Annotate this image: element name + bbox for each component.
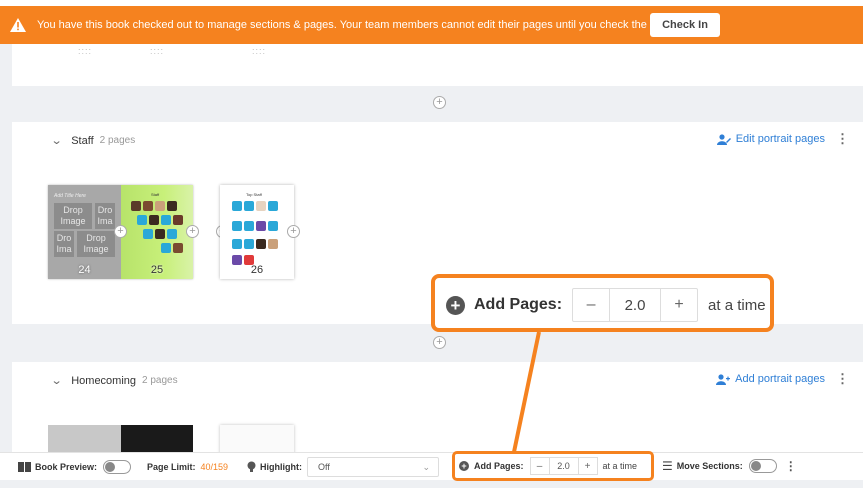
lightbulb-icon <box>247 461 256 472</box>
add-pages-callout: + Add Pages: – 2.0 + at a time <box>431 274 774 332</box>
add-pages-value[interactable]: 2.0 <box>609 289 662 321</box>
page-thumbnail[interactable]: Add Title Here Drop Image Dro Ima Dro Im… <box>48 185 121 279</box>
drop-image-slot[interactable]: Drop Image <box>77 231 115 257</box>
user-edit-icon <box>716 133 731 145</box>
chevron-down-icon[interactable]: ⌄ <box>51 134 63 147</box>
page-number: 25 <box>150 264 164 276</box>
check-in-button[interactable]: Check In <box>650 13 720 37</box>
section-menu-icon[interactable]: ⋮ <box>836 372 849 385</box>
add-section-icon[interactable]: + <box>433 336 446 349</box>
move-sections-label: Move Sections: <box>676 461 743 471</box>
page-limit: Page Limit: 40/159 <box>147 459 228 475</box>
page-thumbnail[interactable]: Staff 25 <box>121 185 193 279</box>
add-pages-stepper[interactable]: – 2.0 + <box>572 288 699 322</box>
drag-handle-icon[interactable]: :::: <box>252 46 266 56</box>
page-number: 26 <box>250 264 264 276</box>
add-portrait-pages-label: Add portrait pages <box>735 373 825 385</box>
increment-button[interactable]: + <box>661 289 697 321</box>
checkout-banner: You have this book checked out to manage… <box>0 6 863 44</box>
insert-page-icon[interactable]: + <box>114 225 127 238</box>
page-heading: Top Staff <box>246 192 262 197</box>
user-add-icon <box>716 373 731 385</box>
section-menu-icon[interactable]: ⋮ <box>836 132 849 145</box>
section-header[interactable]: ⌄ Homecoming 2 pages <box>51 374 178 388</box>
book-preview-label: Book Preview: <box>35 462 98 472</box>
add-section-icon[interactable]: + <box>433 96 446 109</box>
add-pages-stepper[interactable]: – 2.0 + <box>529 457 598 475</box>
decrement-button[interactable]: – <box>573 289 609 321</box>
toolbar-menu-icon[interactable]: ⋮ <box>785 459 797 473</box>
banner-message: You have this book checked out to manage… <box>37 19 689 31</box>
highlight-value: Off <box>318 462 330 472</box>
section-page-count: 2 pages <box>99 135 136 146</box>
add-pages-label: Add Pages: <box>474 461 524 471</box>
page-limit-label: Page Limit: <box>147 462 196 472</box>
section-page-count: 2 pages <box>142 375 178 386</box>
warning-icon <box>10 18 26 32</box>
add-circle-icon: + <box>459 461 469 471</box>
add-pages-value[interactable]: 2.0 <box>548 458 579 474</box>
section-title: Homecoming <box>71 374 137 387</box>
drag-handle-icon[interactable]: :::: <box>78 46 92 56</box>
drag-handle-icon[interactable]: :::: <box>150 46 164 56</box>
add-pages-toolbar-control: + Add Pages: – 2.0 + at a time <box>452 451 654 481</box>
page-thumbnail[interactable]: Top Staff 26 <box>220 185 294 279</box>
highlight-label: Highlight: <box>260 462 302 472</box>
highlight-select[interactable]: Off ⌄ <box>307 457 439 477</box>
page-thumbnail[interactable] <box>220 425 294 454</box>
move-sections-control: ☰ Move Sections: ⋮ <box>662 458 797 474</box>
increment-button[interactable]: + <box>579 458 597 474</box>
section-card-homecoming: ⌄ Homecoming 2 pages Add portrait pages … <box>12 362 863 454</box>
drop-image-slot[interactable]: Drop Image <box>54 203 92 229</box>
page-limit-value: 40/159 <box>200 462 229 472</box>
chevron-down-icon[interactable]: ⌄ <box>51 374 63 387</box>
chevron-down-icon: ⌄ <box>422 461 430 472</box>
highlight-control: Highlight: Off ⌄ <box>247 457 439 477</box>
insert-page-icon[interactable]: + <box>287 225 300 238</box>
add-pages-label: Add Pages: <box>474 296 563 313</box>
section-card-previous: :::: :::: :::: <box>12 44 863 86</box>
section-title: Staff <box>71 134 94 147</box>
add-circle-icon: + <box>446 295 465 315</box>
edit-portrait-pages-label: Edit portrait pages <box>735 133 825 145</box>
list-icon: ☰ <box>662 459 673 473</box>
book-icon <box>18 462 31 472</box>
drop-image-slot[interactable]: Dro Ima <box>95 203 115 229</box>
move-sections-toggle[interactable] <box>748 459 777 473</box>
section-header[interactable]: ⌄ Staff 2 pages <box>51 134 136 148</box>
decrement-button[interactable]: – <box>531 458 549 474</box>
page-number: 24 <box>78 264 91 276</box>
book-preview-control: Book Preview: <box>18 459 132 475</box>
page-thumbnail[interactable] <box>48 425 121 454</box>
edit-portrait-pages-link[interactable]: Edit portrait pages <box>716 133 825 145</box>
add-pages-suffix: at a time <box>708 296 766 314</box>
page-heading: Staff <box>151 192 160 197</box>
page-thumbnail[interactable] <box>121 425 193 454</box>
drop-image-slot[interactable]: Dro Ima <box>54 231 74 257</box>
page-template-title: Add Title Here <box>54 193 86 199</box>
book-preview-toggle[interactable] <box>103 460 132 474</box>
add-portrait-pages-link[interactable]: Add portrait pages <box>716 373 825 385</box>
insert-page-icon[interactable]: + <box>186 225 199 238</box>
add-pages-suffix: at a time <box>602 461 638 471</box>
